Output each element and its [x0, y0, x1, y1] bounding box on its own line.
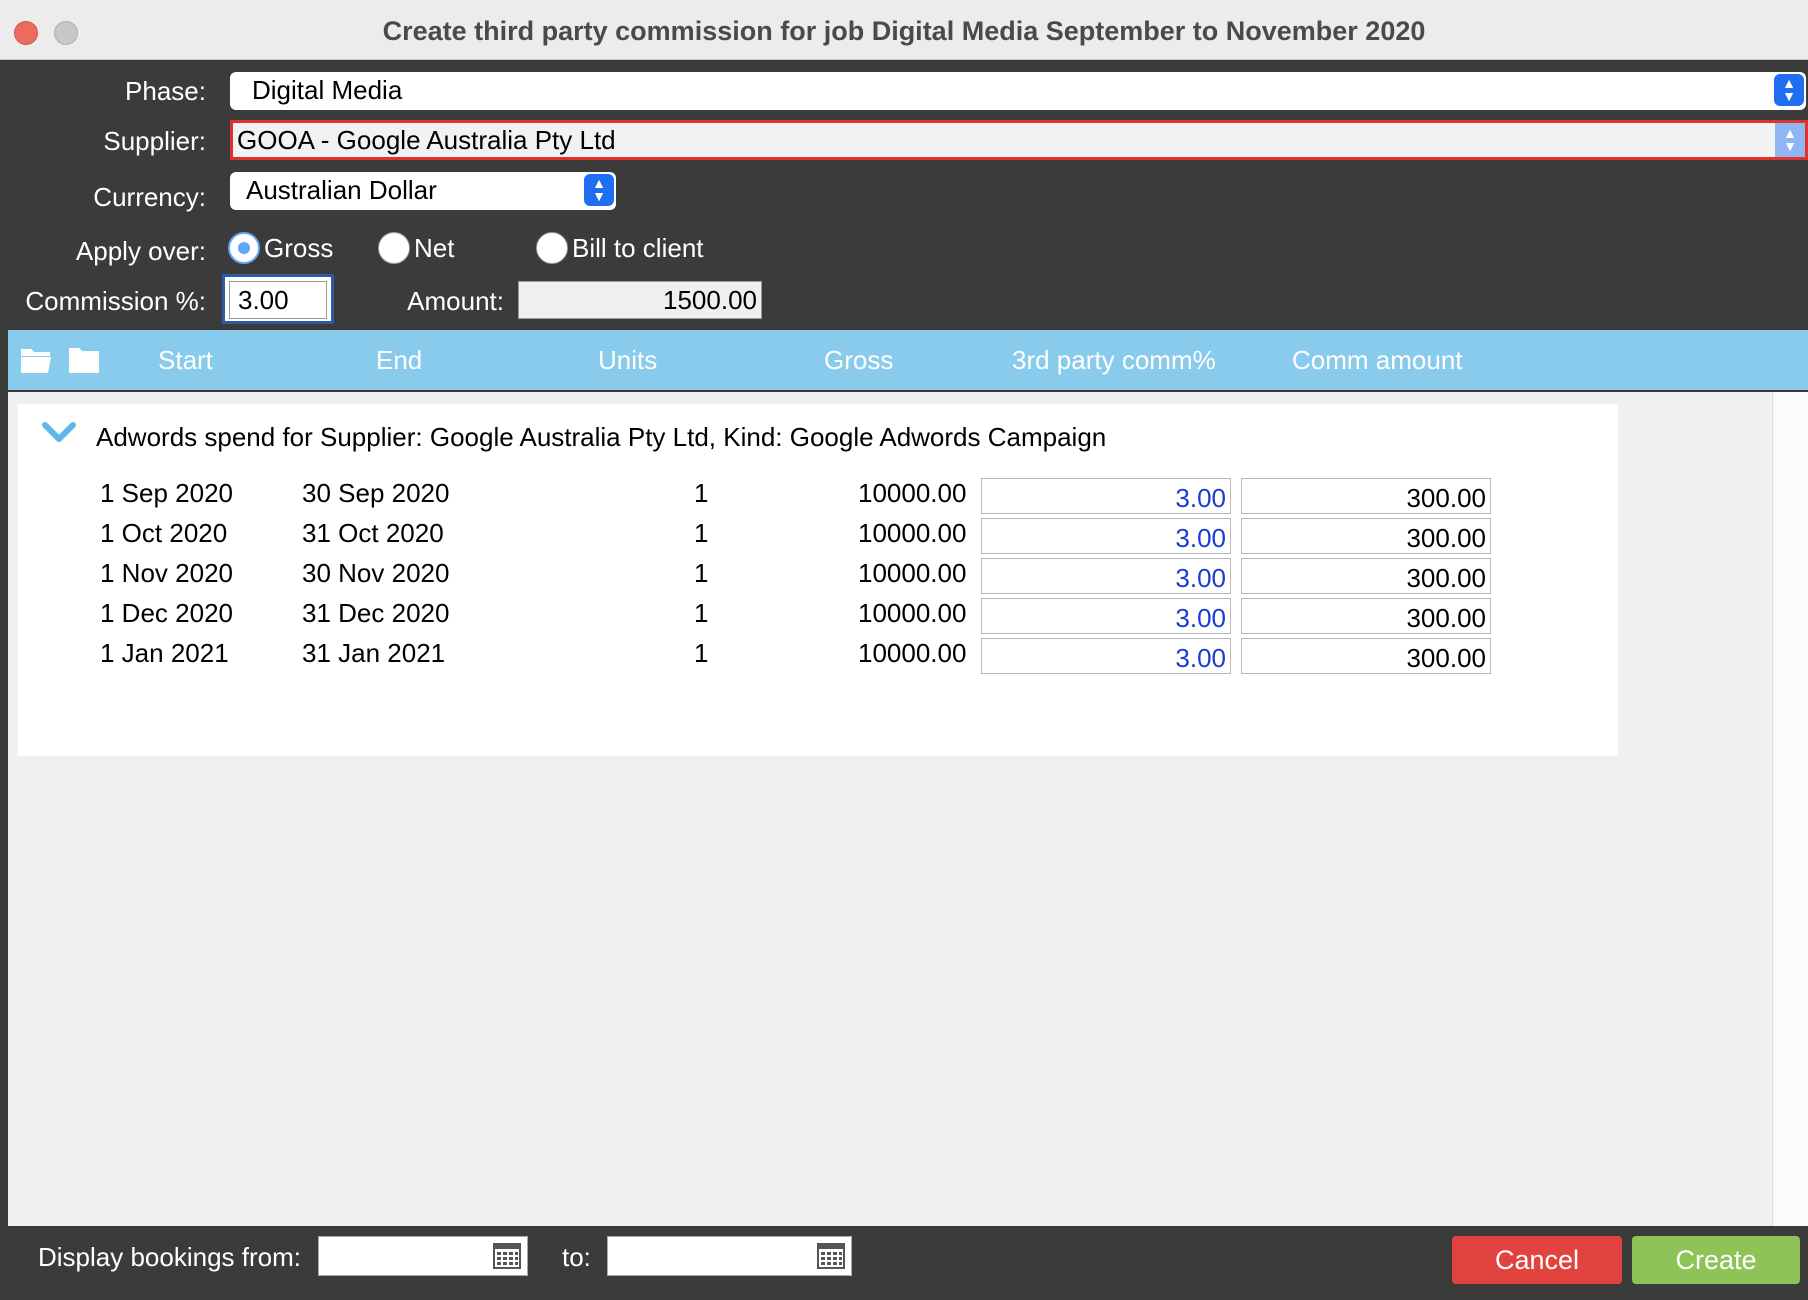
- table-row: 1 Nov 2020 30 Nov 2020 1 10000.00 3.00 3…: [18, 558, 1618, 598]
- stepper-icon: ▲ ▼: [1775, 123, 1805, 157]
- cell-end: 31 Dec 2020: [302, 598, 450, 628]
- comm-amount-input[interactable]: 300.00: [1241, 478, 1491, 514]
- table-row: 1 Dec 2020 31 Dec 2020 1 10000.00 3.00 3…: [18, 598, 1618, 638]
- table-header: Start End Units Gross 3rd party comm% Co…: [8, 330, 1808, 390]
- phase-value: Digital Media: [252, 75, 403, 105]
- phase-select[interactable]: Digital Media ▲ ▼: [230, 72, 1806, 110]
- cell-end: 30 Nov 2020: [302, 558, 450, 588]
- commission-value: 3.00: [229, 281, 327, 319]
- stepper-icon: ▲ ▼: [1774, 74, 1804, 106]
- radio-net-label: Net: [414, 232, 455, 263]
- radio-unselected-icon: [378, 232, 410, 264]
- bookings-list: Adwords spend for Supplier: Google Austr…: [8, 392, 1772, 1226]
- cell-gross: 10000.00: [858, 518, 967, 548]
- comm-pct-input[interactable]: 3.00: [981, 638, 1231, 674]
- cell-units: 1: [694, 598, 709, 628]
- header-end[interactable]: End: [376, 345, 422, 376]
- cell-gross: 10000.00: [858, 558, 967, 588]
- cell-gross: 10000.00: [858, 598, 967, 628]
- cell-units: 1: [694, 638, 709, 668]
- radio-selected-icon: [228, 232, 260, 264]
- vertical-scrollbar[interactable]: [1772, 392, 1808, 1226]
- folder-icon[interactable]: [68, 344, 100, 374]
- cell-end: 31 Jan 2021: [302, 638, 446, 668]
- radio-gross[interactable]: Gross: [228, 232, 333, 264]
- radio-gross-label: Gross: [264, 232, 334, 263]
- header-third-party-comm[interactable]: 3rd party comm%: [1012, 345, 1216, 376]
- commission-label: Commission %:: [25, 286, 206, 316]
- radio-unselected-icon: [536, 232, 568, 264]
- create-button[interactable]: Create: [1632, 1236, 1800, 1284]
- commission-input[interactable]: 3.00: [222, 274, 334, 324]
- currency-select[interactable]: Australian Dollar ▲ ▼: [230, 172, 616, 210]
- currency-label: Currency:: [93, 182, 206, 212]
- amount-field[interactable]: 1500.00: [518, 281, 762, 319]
- stepper-icon: ▲ ▼: [584, 174, 614, 206]
- chevron-down-icon[interactable]: [42, 422, 76, 444]
- currency-value: Australian Dollar: [246, 175, 437, 205]
- header-gross[interactable]: Gross: [824, 345, 893, 376]
- comm-pct-input[interactable]: 3.00: [981, 518, 1231, 554]
- amount-label: Amount:: [407, 286, 504, 316]
- group-title: Adwords spend for Supplier: Google Austr…: [96, 422, 1107, 452]
- date-to-input[interactable]: [607, 1236, 852, 1276]
- cell-end: 31 Oct 2020: [302, 518, 444, 548]
- comm-pct-input[interactable]: 3.00: [981, 558, 1231, 594]
- cell-gross: 10000.00: [858, 638, 967, 668]
- cancel-button[interactable]: Cancel: [1452, 1236, 1622, 1284]
- comm-amount-input[interactable]: 300.00: [1241, 558, 1491, 594]
- cell-start: 1 Dec 2020: [100, 598, 233, 628]
- radio-bill-to-client[interactable]: Bill to client: [536, 232, 704, 264]
- cell-start: 1 Jan 2021: [100, 638, 229, 668]
- cell-units: 1: [694, 478, 709, 508]
- display-from-label: Display bookings from:: [38, 1242, 301, 1272]
- window-title: Create third party commission for job Di…: [382, 16, 1426, 46]
- comm-pct-input[interactable]: 3.00: [981, 598, 1231, 634]
- folder-open-icon[interactable]: [20, 344, 52, 374]
- table-row: 1 Sep 2020 30 Sep 2020 1 10000.00 3.00 3…: [18, 478, 1618, 518]
- phase-label: Phase:: [125, 76, 206, 106]
- booking-group: Adwords spend for Supplier: Google Austr…: [18, 404, 1618, 756]
- header-comm-amount[interactable]: Comm amount: [1292, 345, 1463, 376]
- radio-net[interactable]: Net: [378, 232, 454, 264]
- comm-pct-input[interactable]: 3.00: [981, 478, 1231, 514]
- header-units[interactable]: Units: [598, 345, 657, 376]
- cell-start: 1 Sep 2020: [100, 478, 234, 508]
- supplier-select[interactable]: GOOA - Google Australia Pty Ltd ▲ ▼: [230, 120, 1808, 160]
- comm-amount-input[interactable]: 300.00: [1241, 518, 1491, 554]
- header-start[interactable]: Start: [158, 345, 213, 376]
- supplier-label: Supplier:: [103, 126, 206, 156]
- table-row: 1 Jan 2021 31 Jan 2021 1 10000.00 3.00 3…: [18, 638, 1618, 678]
- calendar-icon[interactable]: [493, 1243, 521, 1269]
- cell-units: 1: [694, 518, 709, 548]
- cell-end: 30 Sep 2020: [302, 478, 450, 508]
- comm-amount-input[interactable]: 300.00: [1241, 638, 1491, 674]
- apply-over-label: Apply over:: [75, 236, 206, 266]
- cell-gross: 10000.00: [858, 478, 967, 508]
- calendar-icon[interactable]: [817, 1243, 845, 1269]
- title-bar: Create third party commission for job Di…: [0, 0, 1808, 60]
- table-row: 1 Oct 2020 31 Oct 2020 1 10000.00 3.00 3…: [18, 518, 1618, 558]
- display-to-label: to:: [562, 1242, 591, 1272]
- supplier-value: GOOA - Google Australia Pty Ltd: [237, 125, 616, 155]
- comm-amount-input[interactable]: 300.00: [1241, 598, 1491, 634]
- cell-units: 1: [694, 558, 709, 588]
- cell-start: 1 Oct 2020: [100, 518, 228, 548]
- date-from-input[interactable]: [318, 1236, 528, 1276]
- radio-bill-to-client-label: Bill to client: [572, 232, 704, 263]
- cell-start: 1 Nov 2020: [100, 558, 233, 588]
